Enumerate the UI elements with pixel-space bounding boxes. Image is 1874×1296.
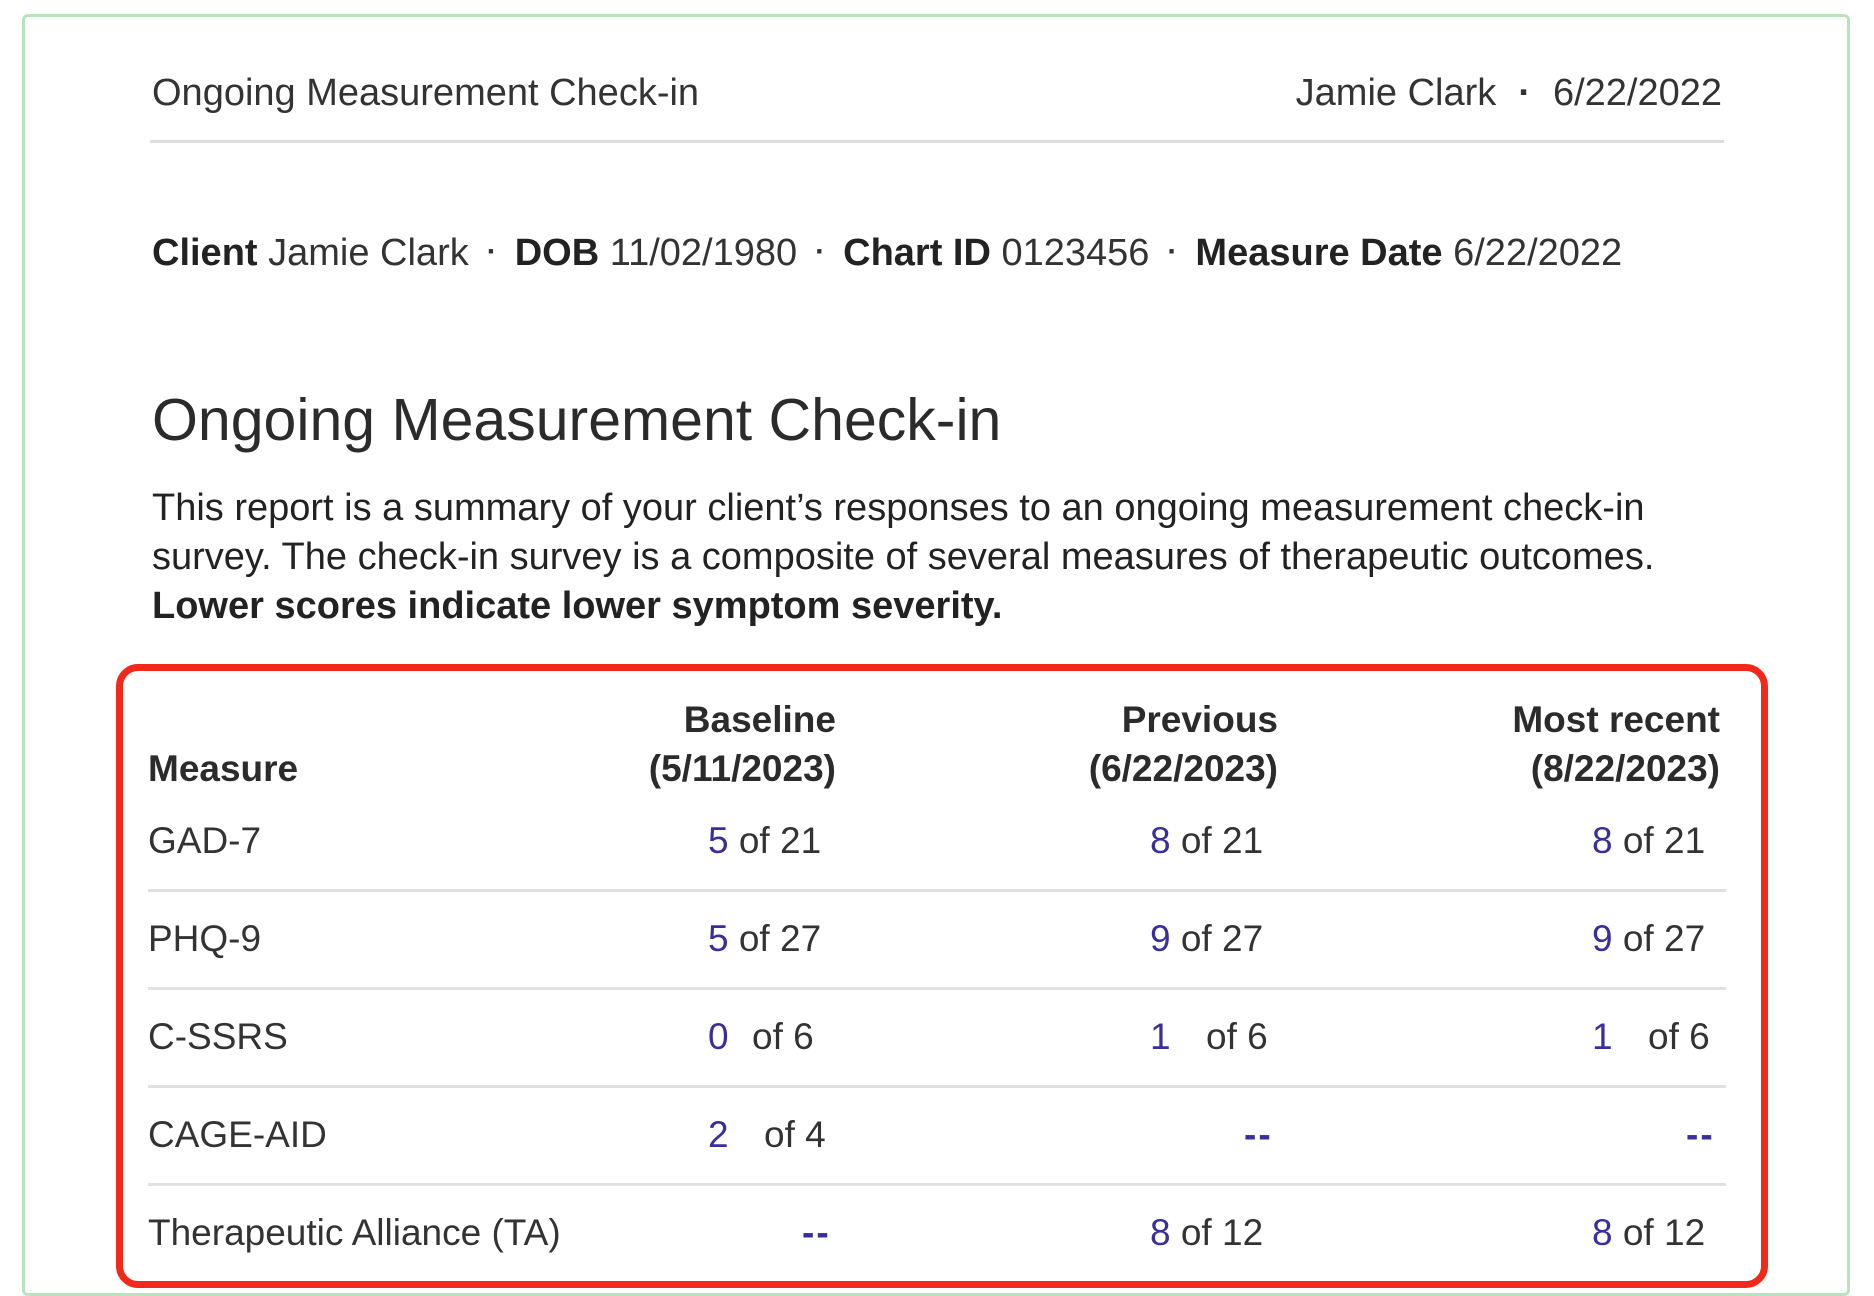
measure-name: GAD-7 [148,820,262,861]
row-divider [148,889,1726,892]
score-max: of 4 [764,1114,826,1155]
measure-date-value: 6/22/2022 [1453,232,1623,274]
score-value: 9 [1592,918,1613,959]
client-name: Jamie Clark [268,232,469,274]
col-header-recent-line2: (8/22/2023) [1530,748,1720,789]
meta-separator: · [1167,235,1178,268]
measure-name: Therapeutic Alliance (TA) [148,1212,561,1253]
score-max: of 6 [752,1016,814,1057]
row-divider [148,1085,1726,1088]
score-value: 8 [1150,1212,1171,1253]
chart-id-label: Chart ID [843,232,991,274]
col-header-previous: Previous (6/22/2023) [1089,695,1278,793]
col-header-baseline-line1: Baseline [683,699,836,740]
score-value: 9 [1150,918,1171,959]
dob-label: DOB [514,232,600,274]
baseline-score: 0 of 6 [708,1016,814,1058]
recent-empty: -- [1686,1114,1715,1155]
client-meta: Client Jamie Clark · DOB 11/02/1980 · Chart … [152,232,1622,275]
header-user: Jamie Clark [1295,72,1497,114]
score-value: 8 [1592,820,1613,861]
score-max: of 21 [1180,820,1264,861]
dob-value: 11/02/1980 [609,232,798,274]
row-divider [148,987,1726,990]
col-header-baseline: Baseline (5/11/2023) [649,695,836,793]
measure-name: C-SSRS [148,1016,288,1057]
score-max: of 27 [1180,918,1264,959]
col-header-previous-line2: (6/22/2023) [1088,748,1278,789]
recent-score: 8 of 21 [1592,820,1705,862]
score-value: 5 [708,918,729,959]
measure-name: CAGE-AID [148,1114,327,1155]
recent-score: 8 of 12 [1592,1212,1705,1254]
measure-name: PHQ-9 [148,918,262,959]
row-divider [148,1183,1726,1186]
meta-separator: · [486,235,497,268]
score-value: 5 [708,820,729,861]
client-label: Client [152,232,258,274]
description-emphasis: Lower scores indicate lower symptom seve… [152,585,1003,627]
score-max: of 6 [1206,1016,1268,1057]
previous-score: 9 of 27 [1150,918,1263,960]
score-max: of 21 [738,820,822,861]
header-divider [150,140,1724,143]
baseline-empty: -- [802,1212,831,1253]
score-max: of 21 [1622,820,1706,861]
measure-date-label: Measure Date [1195,232,1443,274]
score-value: 1 [1150,1016,1171,1057]
score-max: of 27 [1622,918,1706,959]
description-text: This report is a summary of your client’… [152,487,1655,578]
header-date: 6/22/2022 [1552,72,1722,114]
header-user-date: Jamie Clark · 6/22/2022 [1296,72,1722,115]
col-header-previous-line1: Previous [1121,699,1278,740]
score-value: 8 [1592,1212,1613,1253]
previous-score: 8 of 12 [1150,1212,1263,1254]
score-value: 2 [708,1114,729,1155]
col-header-measure: Measure [148,748,299,789]
report-title: Ongoing Measurement Check-in [152,387,1002,453]
meta-separator: · [815,235,826,268]
header-title: Ongoing Measurement Check-in [152,72,700,114]
col-header-recent-line1: Most recent [1512,699,1720,740]
baseline-score: 5 of 27 [708,918,821,960]
score-max: of 27 [738,918,822,959]
baseline-score: 2 of 4 [708,1114,826,1156]
baseline-score: 5 of 21 [708,820,821,862]
previous-empty: -- [1244,1114,1273,1155]
score-max: of 12 [1180,1212,1264,1253]
score-max: of 6 [1648,1016,1710,1057]
previous-score: 1 of 6 [1150,1016,1268,1058]
score-value: 8 [1150,820,1171,861]
previous-score: 8 of 21 [1150,820,1263,862]
score-value: 1 [1592,1016,1613,1057]
header-separator: · [1518,72,1531,114]
report-description: This report is a summary of your client’… [152,484,1752,631]
score-value: 0 [708,1016,729,1057]
recent-score: 1 of 6 [1592,1016,1710,1058]
chart-id-value: 0123456 [1001,232,1150,274]
col-header-most-recent: Most recent (8/22/2023) [1512,695,1720,793]
col-header-baseline-line2: (5/11/2023) [648,748,836,789]
recent-score: 9 of 27 [1592,918,1705,960]
score-max: of 12 [1622,1212,1706,1253]
